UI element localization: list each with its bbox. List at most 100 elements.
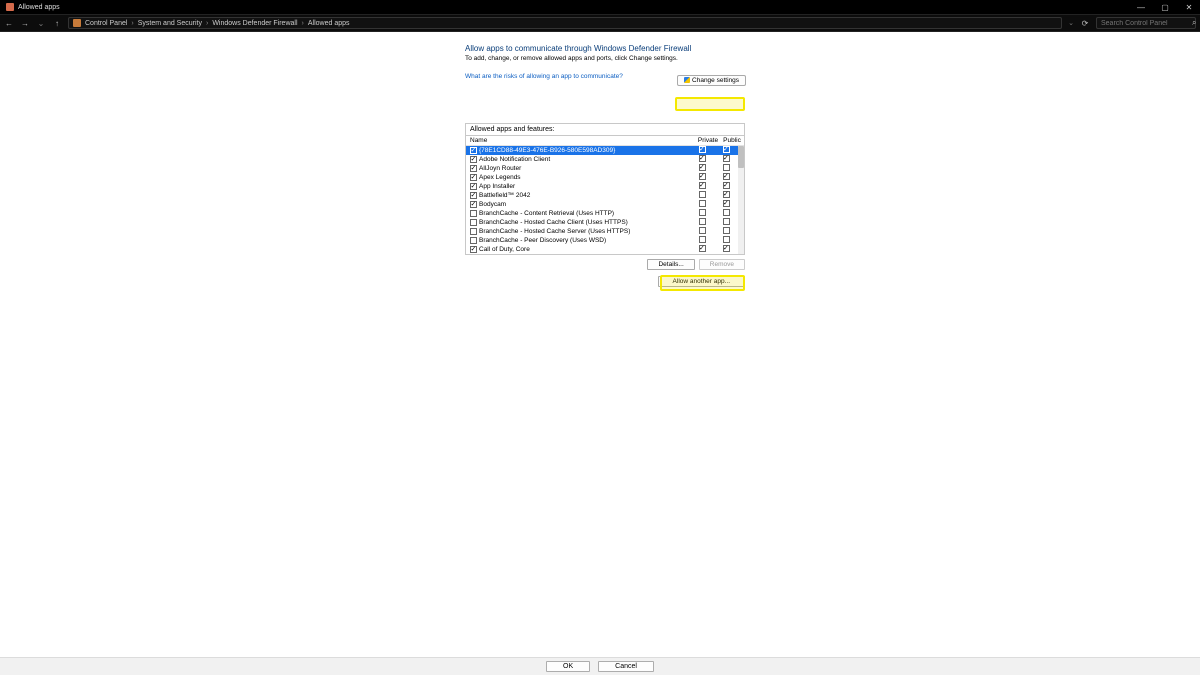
row-name: Apex Legends [479, 174, 521, 181]
public-checkbox[interactable] [723, 218, 730, 225]
col-name[interactable]: Name [466, 136, 696, 145]
change-settings-label: Change settings [692, 77, 739, 84]
private-checkbox[interactable] [699, 209, 706, 216]
row-name: AllJoyn Router [479, 165, 521, 172]
private-checkbox[interactable] [699, 164, 706, 171]
maximize-button[interactable]: ▢ [1160, 3, 1170, 12]
row-name: BranchCache - Hosted Cache Server (Uses … [479, 228, 630, 235]
firewall-icon [6, 3, 14, 11]
page-subtext: To add, change, or remove allowed apps a… [465, 55, 745, 62]
breadcrumb-item[interactable]: Control Panel [85, 20, 127, 27]
row-checkbox[interactable] [470, 219, 477, 226]
cancel-button[interactable]: Cancel [598, 661, 654, 672]
row-checkbox[interactable] [470, 183, 477, 190]
private-checkbox[interactable] [699, 218, 706, 225]
back-button[interactable]: ← [4, 19, 14, 28]
public-checkbox[interactable] [723, 236, 730, 243]
list-label: Allowed apps and features: [466, 124, 744, 135]
public-checkbox[interactable] [723, 209, 730, 216]
public-checkbox[interactable] [723, 146, 730, 153]
row-name: Adobe Notification Client [479, 156, 550, 163]
private-checkbox[interactable] [699, 155, 706, 162]
row-checkbox[interactable] [470, 237, 477, 244]
col-private[interactable]: Private [696, 136, 720, 145]
breadcrumb-item[interactable]: System and Security [138, 20, 202, 27]
private-checkbox[interactable] [699, 236, 706, 243]
close-button[interactable]: ✕ [1184, 3, 1194, 12]
ok-button[interactable]: OK [546, 661, 590, 672]
row-checkbox[interactable] [470, 147, 477, 154]
chevron-right-icon: › [302, 20, 304, 27]
private-checkbox[interactable] [699, 173, 706, 180]
allow-another-app-button[interactable]: Allow another app... [658, 276, 745, 287]
public-checkbox[interactable] [723, 155, 730, 162]
content-area: Allow apps to communicate through Window… [0, 32, 1200, 657]
table-row[interactable]: Call of Duty, Core [466, 245, 744, 254]
breadcrumb-item[interactable]: Windows Defender Firewall [212, 20, 297, 27]
breadcrumb[interactable]: Control Panel › System and Security › Wi… [68, 17, 1062, 29]
refresh-button[interactable]: ⟳ [1080, 19, 1090, 28]
shield-icon [684, 77, 690, 83]
search-icon[interactable]: ⌕ [1192, 18, 1196, 28]
table-row[interactable]: Bodycam [466, 200, 744, 209]
table-row[interactable]: Battlefield™ 2042 [466, 191, 744, 200]
table-row[interactable]: App Installer [466, 182, 744, 191]
change-settings-button[interactable]: Change settings [677, 75, 746, 86]
table-row[interactable]: BranchCache - Content Retrieval (Uses HT… [466, 209, 744, 218]
chevron-right-icon: › [131, 20, 133, 27]
history-dropdown[interactable]: ⌄ [36, 19, 46, 28]
row-name: App Installer [479, 183, 515, 190]
private-checkbox[interactable] [699, 182, 706, 189]
public-checkbox[interactable] [723, 200, 730, 207]
public-checkbox[interactable] [723, 164, 730, 171]
title-bar: Allowed apps — ▢ ✕ [0, 0, 1200, 14]
list-buttons: Details... Remove [465, 259, 745, 270]
table-row[interactable]: BranchCache - Hosted Cache Server (Uses … [466, 227, 744, 236]
page-heading: Allow apps to communicate through Window… [465, 44, 745, 53]
remove-button[interactable]: Remove [699, 259, 745, 270]
row-name: BranchCache - Peer Discovery (Uses WSD) [479, 237, 606, 244]
window-title: Allowed apps [18, 4, 1136, 11]
public-checkbox[interactable] [723, 245, 730, 252]
row-name: Battlefield™ 2042 [479, 192, 530, 199]
row-name: Call of Duty, Core [479, 246, 530, 253]
row-checkbox[interactable] [470, 165, 477, 172]
minimize-button[interactable]: — [1136, 3, 1146, 12]
details-button[interactable]: Details... [647, 259, 694, 270]
row-checkbox[interactable] [470, 192, 477, 199]
scrollbar[interactable] [738, 146, 744, 254]
list-header: Name Private Public [466, 135, 744, 146]
chevron-down-icon[interactable]: ⌄ [1068, 19, 1074, 27]
private-checkbox[interactable] [699, 200, 706, 207]
search-box[interactable]: ⌕ [1096, 17, 1196, 29]
risk-link[interactable]: What are the risks of allowing an app to… [465, 73, 623, 80]
private-checkbox[interactable] [699, 227, 706, 234]
private-checkbox[interactable] [699, 245, 706, 252]
row-checkbox[interactable] [470, 246, 477, 253]
private-checkbox[interactable] [699, 191, 706, 198]
row-name: Bodycam [479, 201, 506, 208]
search-input[interactable] [1101, 20, 1192, 27]
scrollbar-thumb[interactable] [738, 146, 744, 168]
row-checkbox[interactable] [470, 228, 477, 235]
private-checkbox[interactable] [699, 146, 706, 153]
shield-icon [73, 19, 81, 27]
row-checkbox[interactable] [470, 156, 477, 163]
address-end: ⌄ ⟳ ⌕ [1068, 17, 1196, 29]
public-checkbox[interactable] [723, 191, 730, 198]
public-checkbox[interactable] [723, 173, 730, 180]
footer-bar: OK Cancel [0, 657, 1200, 675]
forward-button[interactable]: → [20, 19, 30, 28]
col-public[interactable]: Public [720, 136, 744, 145]
row-checkbox[interactable] [470, 210, 477, 217]
row-name: BranchCache - Hosted Cache Client (Uses … [479, 219, 628, 226]
breadcrumb-item[interactable]: Allowed apps [308, 20, 350, 27]
public-checkbox[interactable] [723, 182, 730, 189]
table-row[interactable]: BranchCache - Hosted Cache Client (Uses … [466, 218, 744, 227]
row-checkbox[interactable] [470, 174, 477, 181]
public-checkbox[interactable] [723, 227, 730, 234]
row-checkbox[interactable] [470, 201, 477, 208]
up-button[interactable]: ↑ [52, 19, 62, 28]
firewall-panel: Allow apps to communicate through Window… [465, 44, 745, 287]
list-rows[interactable]: {78E1CD88-49E3-476E-B926-580E598AD309}Ad… [466, 146, 744, 254]
